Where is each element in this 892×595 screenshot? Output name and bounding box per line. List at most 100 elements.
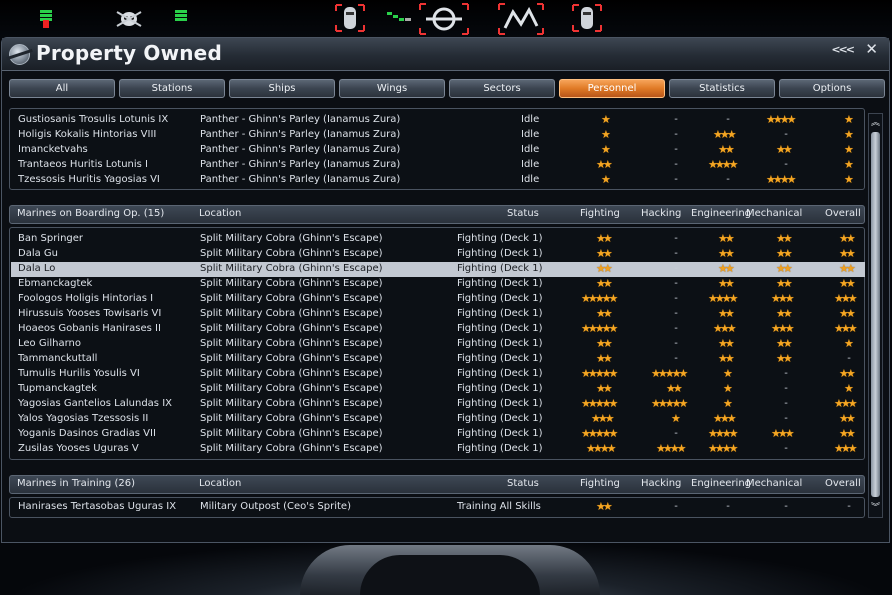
column-header-overall[interactable]: Overall xyxy=(825,208,861,219)
engineering-rating: ★★ xyxy=(718,262,735,275)
engineering-rating: ★★ xyxy=(718,337,735,350)
tab-wings[interactable]: Wings xyxy=(339,79,445,98)
hacking-rating: - xyxy=(674,323,678,334)
table-row[interactable]: Ebmanckagtek Split Military Cobra (Ghinn'… xyxy=(11,277,865,292)
tab-options[interactable]: Options xyxy=(779,79,885,98)
target-ship-icon[interactable] xyxy=(418,2,470,36)
personnel-location: Panther - Ghinn's Parley (Ianamus Zura) xyxy=(200,129,401,140)
personnel-status: Fighting (Deck 1) xyxy=(457,338,543,349)
personnel-location: Split Military Cobra (Ghinn's Escape) xyxy=(200,353,383,364)
column-header-engineering[interactable]: Engineering xyxy=(691,478,751,489)
table-row[interactable]: Dala Gu Split Military Cobra (Ghinn's Esc… xyxy=(11,247,865,262)
window-titlebar[interactable]: Property Owned <<< ✕ xyxy=(2,38,889,71)
scroll-thumb[interactable] xyxy=(871,132,880,497)
table-row[interactable]: Trantaeos Huritis Lotunis I Panther - Ghi… xyxy=(11,158,865,173)
table-row[interactable]: Yoganis Dasinos Gradias VII Split Militar… xyxy=(11,427,865,442)
personnel-status: Fighting (Deck 1) xyxy=(457,293,543,304)
boarding-header[interactable]: Marines on Boarding Op. (15) Location Stat… xyxy=(9,205,865,224)
table-row[interactable]: Hanirases Tertasobas Uguras IX Military O… xyxy=(11,500,865,515)
hacking-rating: ★★ xyxy=(666,382,683,395)
personnel-location: Panther - Ghinn's Parley (Ianamus Zura) xyxy=(200,159,401,170)
scroll-down-icon[interactable]: ︾ xyxy=(869,501,882,515)
boarding-panel: Ban Springer Split Military Cobra (Ghinn'… xyxy=(9,227,865,460)
vertical-scrollbar[interactable]: ︽ ︾ xyxy=(868,113,883,518)
table-row[interactable]: Tupmanckagtek Split Military Cobra (Ghinn… xyxy=(11,382,865,397)
tab-personnel[interactable]: Personnel xyxy=(559,79,665,98)
overall-rating: - xyxy=(847,501,851,512)
column-header-mechanical[interactable]: Mechanical xyxy=(746,208,802,219)
fighting-rating: ★ xyxy=(601,143,611,156)
training-panel: Hanirases Tertasobas Uguras IX Military O… xyxy=(9,497,865,518)
table-row[interactable]: Zusilas Yooses Uguras V Split Military Co… xyxy=(11,442,865,457)
table-row[interactable]: Yalos Yagosias Tzessosis II Split Militar… xyxy=(11,412,865,427)
engineering-rating: ★★★ xyxy=(713,322,737,335)
table-row[interactable]: Dala Lo Split Military Cobra (Ghinn's Esc… xyxy=(11,262,865,277)
table-row[interactable]: Imancketvahs Panther - Ghinn's Parley (Ia… xyxy=(11,143,865,158)
table-row[interactable]: Ban Springer Split Military Cobra (Ghinn'… xyxy=(11,232,865,247)
column-header-fighting[interactable]: Fighting xyxy=(580,208,620,219)
mechanical-rating: ★★ xyxy=(776,232,793,245)
table-row[interactable]: Foologos Holigis Hintorias I Split Milita… xyxy=(11,292,865,307)
column-header-location[interactable]: Location xyxy=(199,478,241,489)
fighting-rating: ★★ xyxy=(596,337,613,350)
column-header-engineering[interactable]: Engineering xyxy=(691,208,751,219)
personnel-name: Hirussuis Yooses Towisaris VI xyxy=(18,308,162,319)
hacking-rating: ★★★★★ xyxy=(651,367,688,380)
mechanical-rating: ★★★★ xyxy=(766,113,797,126)
overall-rating: ★★ xyxy=(839,412,856,425)
column-header-status[interactable]: Status xyxy=(507,478,539,489)
table-row[interactable]: Yagosias Gantelios Lalundas IX Split Mili… xyxy=(11,397,865,412)
robot-icon[interactable] xyxy=(570,2,604,34)
table-row[interactable]: Holigis Kokalis Hintorias VIII Panther - … xyxy=(11,128,865,143)
table-row[interactable]: Tammanckuttall Split Military Cobra (Ghin… xyxy=(11,352,865,367)
table-row[interactable]: Tumulis Hurilis Yosulis VI Split Military… xyxy=(11,367,865,382)
training-header[interactable]: Marines in Training (26) Location Status Fi… xyxy=(9,475,865,494)
column-header-status[interactable]: Status xyxy=(507,208,539,219)
tab-statistics[interactable]: Statistics xyxy=(669,79,775,98)
column-header-title: Marines on Boarding Op. (15) xyxy=(17,208,165,219)
table-row[interactable]: Hirussuis Yooses Towisaris VI Split Milit… xyxy=(11,307,865,322)
column-header-mechanical[interactable]: Mechanical xyxy=(746,478,802,489)
window-title: Property Owned xyxy=(36,41,222,65)
overall-rating: ★★ xyxy=(839,277,856,290)
robot-icon[interactable] xyxy=(333,2,367,34)
back-icon[interactable]: <<< xyxy=(831,43,855,56)
table-row[interactable]: Tzessosis Huritis Yagosias VI Panther - G… xyxy=(11,173,865,188)
engineering-rating: ★★★★ xyxy=(708,158,739,171)
tab-sectors[interactable]: Sectors xyxy=(449,79,555,98)
tab-all[interactable]: All xyxy=(9,79,115,98)
column-header-fighting[interactable]: Fighting xyxy=(580,478,620,489)
personnel-name: Holigis Kokalis Hintorias VIII xyxy=(18,129,157,140)
personnel-name: Zusilas Yooses Uguras V xyxy=(18,443,139,454)
engineering-rating: ★★★ xyxy=(713,128,737,141)
personnel-location: Split Military Cobra (Ghinn's Escape) xyxy=(200,248,383,259)
tab-stations[interactable]: Stations xyxy=(119,79,225,98)
hacking-rating: - xyxy=(674,338,678,349)
personnel-location: Panther - Ghinn's Parley (Ianamus Zura) xyxy=(200,114,401,125)
personnel-location: Panther - Ghinn's Parley (Ianamus Zura) xyxy=(200,174,401,185)
fighting-rating: ★★ xyxy=(596,247,613,260)
table-row[interactable]: Hoaeos Gobanis Hanirases II Split Militar… xyxy=(11,322,865,337)
personnel-name: Leo Gilharno xyxy=(18,338,82,349)
column-header-overall[interactable]: Overall xyxy=(825,478,861,489)
engineering-rating: ★★ xyxy=(718,307,735,320)
column-header-hacking[interactable]: Hacking xyxy=(641,478,681,489)
missile-ship-icon[interactable] xyxy=(497,2,545,36)
column-header-location[interactable]: Location xyxy=(199,208,241,219)
personnel-location: Split Military Cobra (Ghinn's Escape) xyxy=(200,323,383,334)
personnel-status: Fighting (Deck 1) xyxy=(457,308,543,319)
tab-ships[interactable]: Ships xyxy=(229,79,335,98)
personnel-location: Split Military Cobra (Ghinn's Escape) xyxy=(200,338,383,349)
hacking-rating: - xyxy=(674,428,678,439)
scroll-up-icon[interactable]: ︽ xyxy=(869,116,882,130)
skull-ship-icon[interactable] xyxy=(115,8,143,30)
mechanical-rating: ★★ xyxy=(776,262,793,275)
engineering-rating: ★ xyxy=(723,382,733,395)
column-header-hacking[interactable]: Hacking xyxy=(641,208,681,219)
personnel-location: Split Military Cobra (Ghinn's Escape) xyxy=(200,263,383,274)
fighting-rating: ★★★★★ xyxy=(581,292,618,305)
table-row[interactable]: Leo Gilharno Split Military Cobra (Ghinn'… xyxy=(11,337,865,352)
close-icon[interactable]: ✕ xyxy=(865,40,878,58)
property-owned-window: Property Owned <<< ✕ All Stations Ships Win… xyxy=(1,37,890,543)
table-row[interactable]: Gustiosanis Trosulis Lotunis IX Panther -… xyxy=(11,113,865,128)
